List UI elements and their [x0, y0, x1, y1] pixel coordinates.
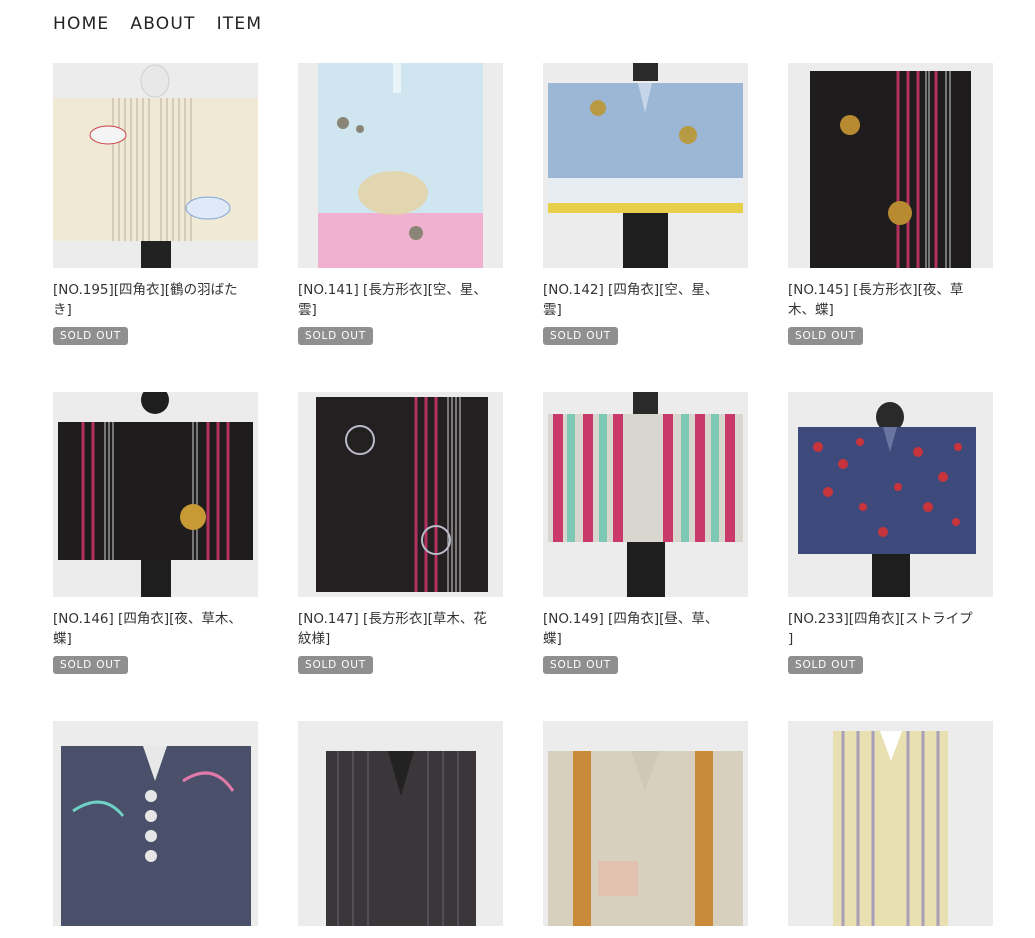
product-card[interactable]: [NO.233][四角衣][ストライプ ] SOLD OUT [788, 392, 993, 721]
product-card[interactable] [788, 721, 993, 938]
product-grid: [NO.195][四角衣][鶴の羽ばたき] SOLD OUT [NO.141] … [53, 63, 993, 938]
product-card[interactable]: [NO.146] [四角衣][夜、草木、蝶] SOLD OUT [53, 392, 258, 721]
product-title[interactable]: [NO.142] [四角衣][空、星、雲] [543, 280, 733, 320]
nav-about-link[interactable]: ABOUT [130, 14, 195, 34]
sold-out-badge: SOLD OUT [788, 656, 863, 674]
product-title[interactable]: [NO.147] [長方形衣][草木、花紋様] [298, 609, 488, 649]
product-card[interactable] [53, 721, 258, 938]
product-image[interactable] [543, 392, 748, 597]
nav-item-link[interactable]: ITEM [217, 14, 263, 34]
product-card[interactable]: [NO.195][四角衣][鶴の羽ばたき] SOLD OUT [53, 63, 258, 392]
product-title[interactable]: [NO.149] [四角衣][昼、草、蝶] [543, 609, 733, 649]
sold-out-badge: SOLD OUT [543, 327, 618, 345]
nav-home-link[interactable]: HOME [53, 14, 109, 34]
sold-out-badge: SOLD OUT [298, 656, 373, 674]
sold-out-badge: SOLD OUT [298, 327, 373, 345]
product-card[interactable] [298, 721, 503, 938]
product-image[interactable] [53, 721, 258, 926]
product-title[interactable]: [NO.145] [長方形衣][夜、草木、蝶] [788, 280, 978, 320]
product-image[interactable] [298, 392, 503, 597]
product-card[interactable] [543, 721, 748, 938]
product-image[interactable] [788, 392, 993, 597]
product-card[interactable]: [NO.149] [四角衣][昼、草、蝶] SOLD OUT [543, 392, 748, 721]
product-image[interactable] [298, 63, 503, 268]
product-title[interactable]: [NO.195][四角衣][鶴の羽ばたき] [53, 280, 243, 320]
product-image[interactable] [53, 392, 258, 597]
main-nav: HOME ABOUT ITEM [53, 14, 262, 34]
product-title[interactable]: [NO.233][四角衣][ストライプ ] [788, 609, 978, 649]
product-image[interactable] [53, 63, 258, 268]
product-card[interactable]: [NO.147] [長方形衣][草木、花紋様] SOLD OUT [298, 392, 503, 721]
product-image[interactable] [543, 721, 748, 926]
product-image[interactable] [543, 63, 748, 268]
product-title[interactable]: [NO.146] [四角衣][夜、草木、蝶] [53, 609, 243, 649]
product-card[interactable]: [NO.145] [長方形衣][夜、草木、蝶] SOLD OUT [788, 63, 993, 392]
sold-out-badge: SOLD OUT [53, 327, 128, 345]
product-card[interactable]: [NO.142] [四角衣][空、星、雲] SOLD OUT [543, 63, 748, 392]
product-image[interactable] [788, 721, 993, 926]
sold-out-badge: SOLD OUT [543, 656, 618, 674]
sold-out-badge: SOLD OUT [788, 327, 863, 345]
product-title[interactable]: [NO.141] [長方形衣][空、星、雲] [298, 280, 488, 320]
sold-out-badge: SOLD OUT [53, 656, 128, 674]
product-image[interactable] [788, 63, 993, 268]
product-card[interactable]: [NO.141] [長方形衣][空、星、雲] SOLD OUT [298, 63, 503, 392]
product-image[interactable] [298, 721, 503, 926]
